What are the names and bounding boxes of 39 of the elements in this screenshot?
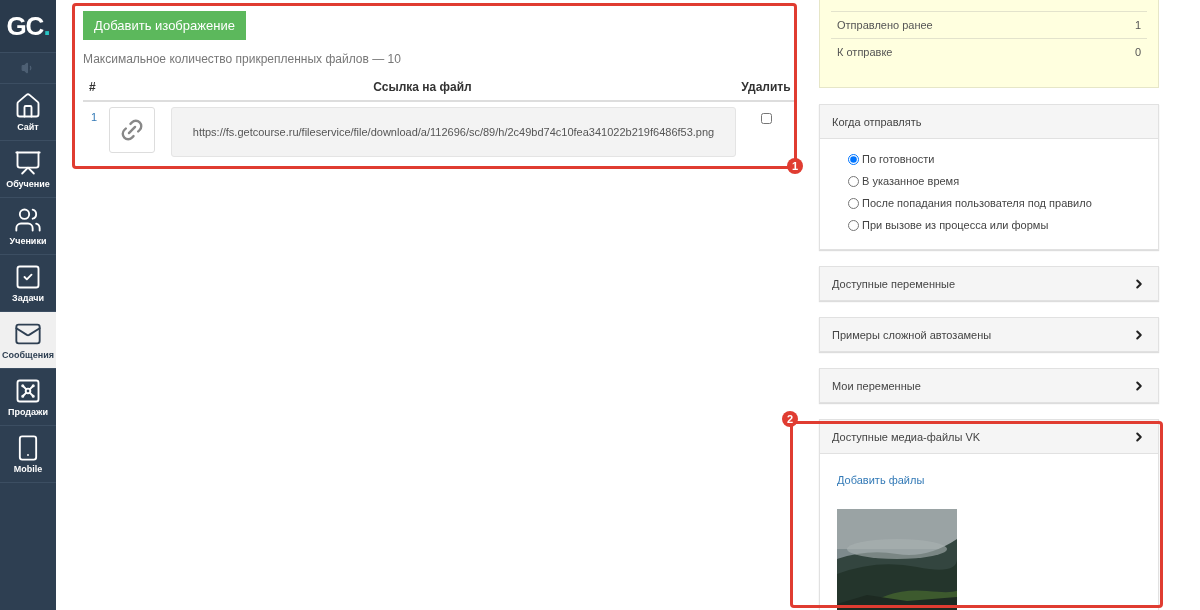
stat-value: 1 [1134,19,1141,31]
panel-header[interactable]: Примеры сложной автозамены [820,318,1158,351]
sidebar-item[interactable]: Сообщения [0,312,56,369]
stat-label: К отправке [837,46,893,58]
panel-title: Примеры сложной автозамены [832,328,992,341]
house-icon [14,92,42,120]
stat-label: Отправлено ранее [837,19,933,31]
radio-label: После попадания пользователя под правило [862,197,1092,209]
panel-title: Доступные переменные [832,277,956,290]
safe-icon [14,377,42,405]
panel-title: Доступные медиа-файлы VK [832,430,981,443]
logo[interactable]: GC. [0,0,56,53]
panel-header[interactable]: Мои переменные [820,369,1158,402]
radio-button[interactable] [848,219,859,231]
panel-title: Мои переменные [832,379,921,392]
row-number: 1 [90,110,99,123]
radio-button[interactable] [848,175,859,187]
add-files-link[interactable]: Добавить файлы [837,474,925,486]
panel-header[interactable]: Доступные переменные [820,267,1158,300]
radio-label: По готовности [862,153,935,165]
limit-note: Максимальное количество прикрепленных файлов — 10 [83,52,402,66]
users-icon [14,206,42,234]
radio-label: В указанное время [862,175,960,187]
number-badge: 1 [787,158,803,174]
chart-board-icon [14,149,42,177]
radio-button[interactable] [848,153,859,165]
stat-value: 0 [1134,46,1141,58]
column-header: # [88,80,97,94]
radio-label: При вызове из процесса или формы [862,219,1049,231]
link-icon [109,107,155,153]
column-header: Удалить [740,80,792,94]
column-header: Ссылка на файл [372,80,473,94]
delete-checkbox[interactable] [760,113,772,124]
checkbox-icon [14,263,42,291]
panel-header[interactable]: Доступные медиа-файлы VK [820,420,1158,454]
number-badge: 2 [782,411,798,427]
panel-title: Когда отправлять [832,115,922,128]
file-url-field[interactable]: https://fs.getcourse.ru/fileservice/file/download/a/112696/sc/89/h/2c49bd74c10fea341022b219f6486f53.png [171,107,736,157]
radio-button[interactable] [848,197,859,209]
